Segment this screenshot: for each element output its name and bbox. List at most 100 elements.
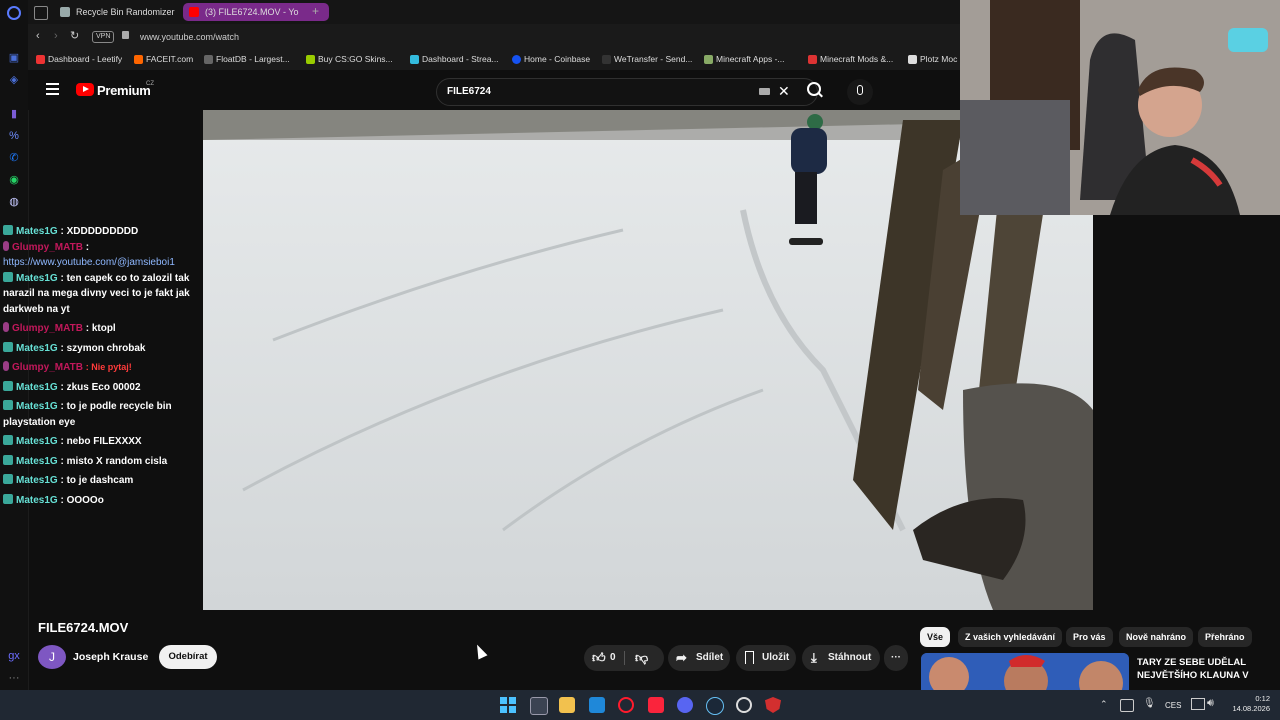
like-count: 0	[610, 652, 616, 663]
chip-recently-uploaded[interactable]: Nově nahráno	[1119, 627, 1194, 647]
webcam-overlay	[960, 0, 1280, 215]
volume-icon[interactable]: 🔊︎	[1207, 697, 1214, 710]
chat-user: Mates1G	[16, 455, 58, 467]
sidebar-more-icon[interactable]: ···	[6, 670, 22, 686]
youtube-logo-icon[interactable]	[76, 83, 94, 96]
like-icon[interactable]: 👍︎	[592, 645, 606, 671]
messenger-icon[interactable]: ✆	[6, 150, 22, 166]
youtube-header: Premium CZ FILE6724 ✕	[28, 70, 960, 110]
file-explorer-icon[interactable]	[559, 697, 575, 713]
youtube-logo-text[interactable]: Premium	[97, 83, 151, 98]
obs-icon[interactable]	[736, 697, 752, 713]
sub-badge-icon	[3, 435, 13, 445]
channel-avatar[interactable]: J	[38, 645, 66, 669]
bookmark-coinbase[interactable]: Home - Coinbase	[512, 54, 590, 64]
music-icon[interactable]	[648, 697, 664, 713]
bookmark-minecraft-mods[interactable]: Minecraft Mods &...	[808, 54, 893, 64]
discord-icon[interactable]: ◍	[6, 194, 22, 210]
steam-icon[interactable]	[706, 697, 724, 715]
bookmark-label: Buy CS:GO Skins...	[318, 54, 393, 64]
save-button[interactable]: Uložit	[736, 645, 796, 671]
chat-text: : OOOOo	[60, 494, 104, 506]
task-view-icon[interactable]	[530, 697, 548, 715]
wetransfer-icon	[602, 55, 611, 64]
tray-mic-icon[interactable]: 🎙︎	[1143, 698, 1156, 709]
twitch-icon[interactable]: ▮	[6, 106, 22, 122]
chat-link[interactable]: https://www.youtube.com/@jamsieboi1	[3, 257, 175, 268]
menu-icon[interactable]	[46, 83, 59, 95]
whatsapp-icon[interactable]: ◉	[6, 172, 22, 188]
plotz-icon	[908, 55, 917, 64]
chip-from-searches[interactable]: Z vašich vyhledávání	[958, 627, 1063, 647]
bookmark-wetransfer[interactable]: WeTransfer - Send...	[602, 54, 692, 64]
share-button[interactable]: ➦ Sdílet	[668, 645, 730, 671]
bookmark-label: Dashboard - Leetify	[48, 54, 123, 64]
tab-list-icon[interactable]	[34, 6, 48, 20]
chat-text: : szymon chrobak	[60, 342, 146, 354]
speed-dial-icon[interactable]: ▣	[6, 50, 22, 66]
new-tab-button[interactable]: +	[312, 4, 319, 18]
tab-youtube[interactable]: (3) FILE6724.MOV - Yo	[183, 3, 329, 21]
language-indicator[interactable]: CES	[1165, 701, 1181, 710]
subscribe-button[interactable]: Odebírat	[159, 645, 217, 669]
more-actions-button[interactable]: ···	[884, 645, 908, 671]
search-icon-handle	[818, 92, 823, 98]
like-dislike-group: 👍︎ 0 👎︎	[584, 645, 664, 671]
bookmark-icon	[745, 651, 754, 664]
streamlabs-icon	[410, 55, 419, 64]
bookmark-csgo-skins[interactable]: Buy CS:GO Skins...	[306, 54, 393, 64]
store-icon[interactable]	[589, 697, 605, 713]
recommended-thumbnail[interactable]	[921, 653, 1129, 690]
chat-user: Mates1G	[16, 436, 58, 447]
channel-name[interactable]: Joseph Krause	[73, 651, 148, 663]
url-field[interactable]: www.youtube.com/watch	[140, 32, 239, 42]
chat-message: Mates1G : szymon chrobak	[0, 341, 202, 357]
keyboard-icon[interactable]	[759, 88, 770, 95]
gx-icon[interactable]: gx	[6, 648, 22, 664]
search-input[interactable]: FILE6724 ✕	[436, 78, 818, 106]
forward-icon[interactable]: ›	[54, 30, 58, 42]
bookmark-faceit[interactable]: FACEIT.com	[134, 54, 193, 64]
chat-user: Glumpy_MATB	[12, 241, 83, 253]
sub-badge-icon	[3, 225, 13, 235]
tray-expand-icon[interactable]: ⌃	[1100, 699, 1108, 710]
bookmark-minecraft-apps[interactable]: Minecraft Apps -...	[704, 54, 785, 64]
recommended-title[interactable]: TARY ZE SEBE UDĚLAL NEJVĚTŠÍHO KLAUNA V	[1137, 656, 1267, 690]
tab-recycle-bin[interactable]: Recycle Bin Randomizer	[54, 3, 198, 21]
opera-gx-icon[interactable]	[618, 697, 634, 713]
skins-icon	[306, 55, 315, 64]
chip-all[interactable]: Vše	[920, 627, 951, 647]
back-icon[interactable]: ‹	[36, 30, 40, 42]
bookmark-label: Dashboard - Strea...	[422, 54, 499, 64]
stream-chat: Mates1G : XDDDDDDDDD Glumpy_MATB : https…	[0, 224, 202, 508]
bookmark-plotz[interactable]: Plotz Moc	[908, 54, 968, 64]
bookmark-leetify[interactable]: Dashboard - Leetify	[36, 54, 122, 64]
bookmark-floatdb[interactable]: FloatDB - Largest...	[204, 54, 290, 64]
reload-icon[interactable]: ↻	[70, 29, 79, 42]
chat-text: : Nie pytaj!	[85, 362, 132, 372]
dislike-icon[interactable]: 👎︎	[635, 645, 648, 671]
chat-message: Mates1G : to je dashcam	[0, 473, 202, 489]
aria-icon[interactable]: ◈	[6, 72, 22, 88]
tray-app-icon[interactable]	[1120, 699, 1134, 712]
chip-watched[interactable]: Přehráno	[1198, 627, 1252, 647]
chat-text: : zkus Eco 00002	[60, 381, 141, 393]
discord-taskbar-icon[interactable]	[677, 697, 693, 713]
chat-message: Mates1G : zkus Eco 00002	[0, 380, 202, 396]
clock[interactable]: 0:12 14.08.2026	[1226, 694, 1270, 714]
bookmark-label: Plotz Moc	[920, 54, 958, 64]
percent-icon[interactable]: %	[6, 128, 22, 144]
chat-user: Mates1G	[16, 401, 58, 412]
mic-badge-icon	[3, 361, 9, 371]
vpn-badge[interactable]: VPN	[92, 31, 115, 43]
opera-logo-icon[interactable]	[7, 6, 21, 20]
network-icon[interactable]	[1191, 698, 1205, 710]
voice-search-button[interactable]	[847, 79, 873, 105]
clear-search-icon[interactable]: ✕	[778, 83, 790, 100]
bookmark-label: Home - Coinbase	[524, 54, 591, 64]
start-icon[interactable]	[500, 697, 516, 713]
download-button[interactable]: ⤓ Stáhnout	[802, 645, 880, 671]
chat-text: : misto X random cisla	[60, 455, 168, 467]
chip-for-you[interactable]: Pro vás	[1066, 627, 1113, 647]
bookmark-streamlabs[interactable]: Dashboard - Strea...	[410, 54, 499, 64]
